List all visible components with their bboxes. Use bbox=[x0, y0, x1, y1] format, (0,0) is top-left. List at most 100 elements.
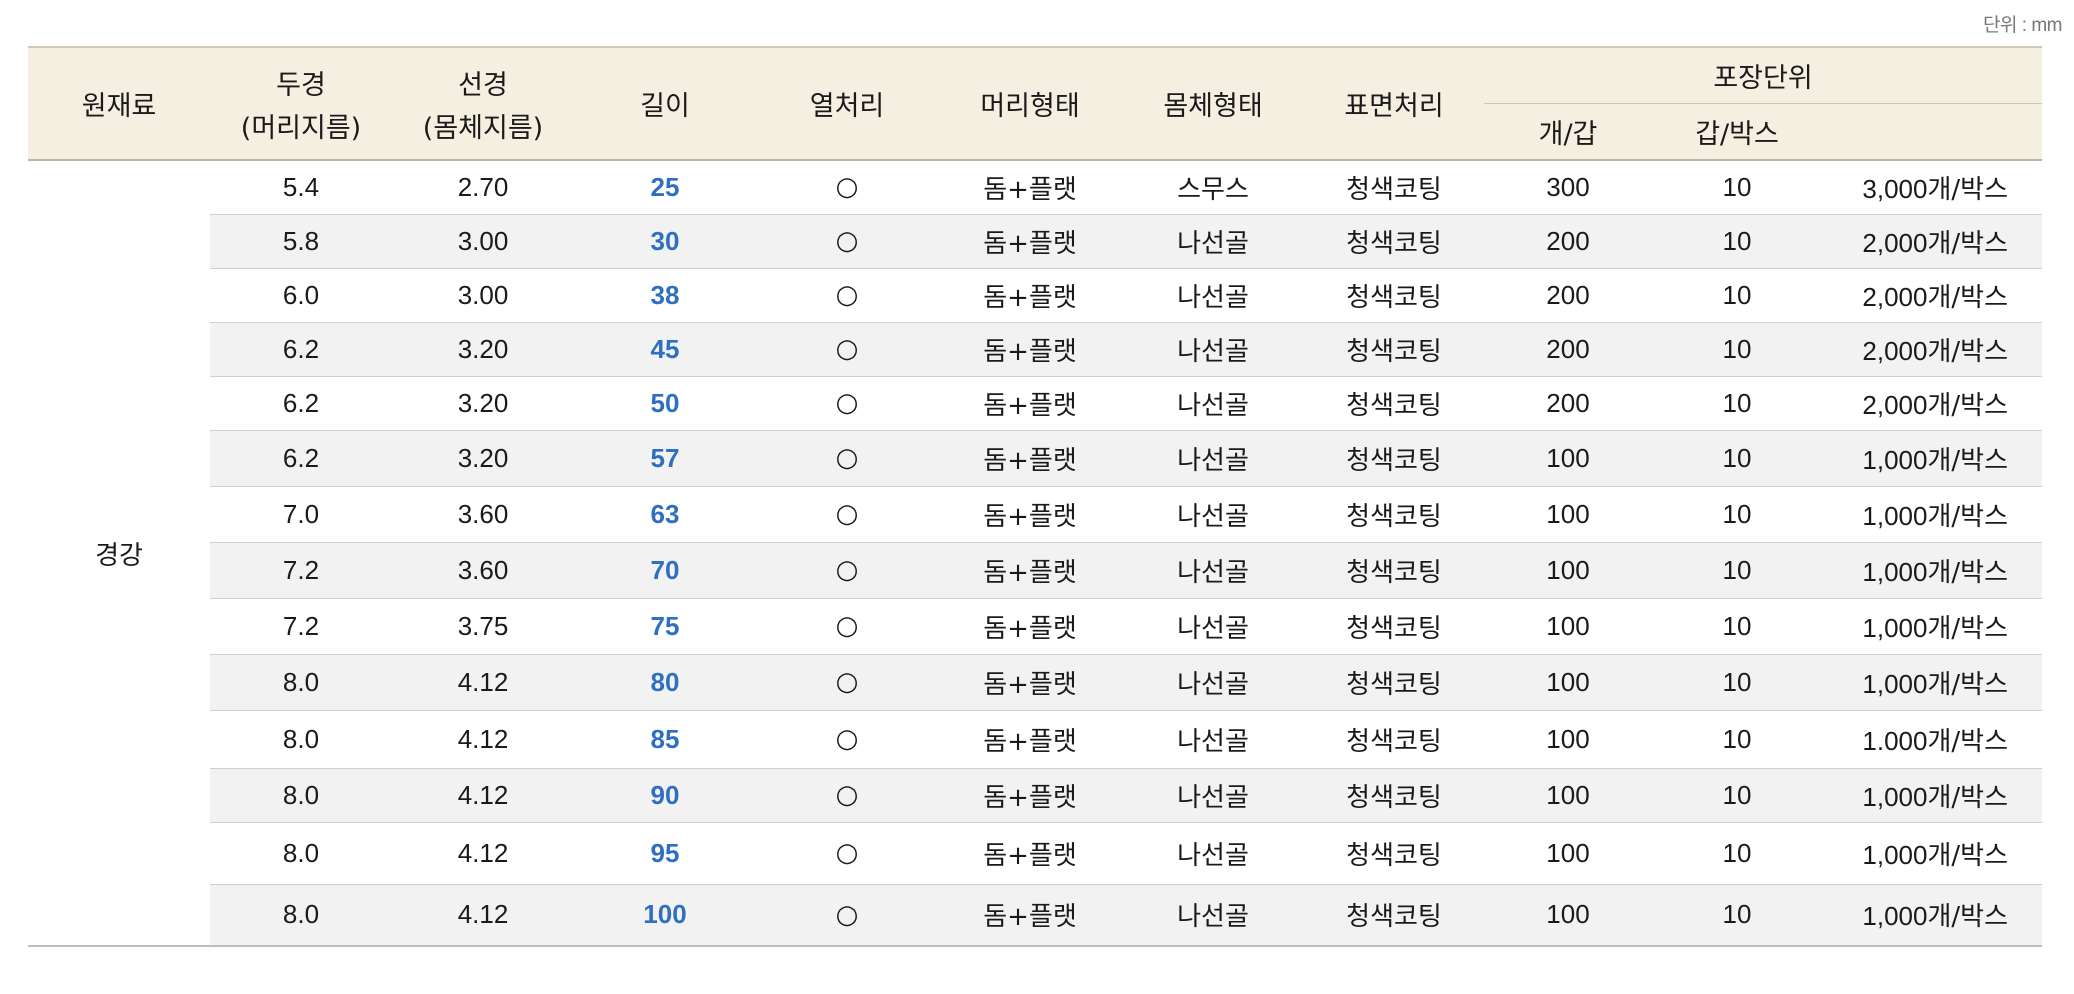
total-per-box-number: 1,000 bbox=[1862, 556, 1928, 587]
length-cell: 25 bbox=[574, 160, 756, 215]
packs-per-box-cell: 10 bbox=[1652, 710, 1822, 769]
total-per-box-number: 2,000 bbox=[1862, 281, 1928, 312]
table-row: 8.0 4.12 80 ○ 돔+플랫 나선골 청색코팅 100 10 1,000개/박스 bbox=[28, 654, 2042, 711]
total-per-box-number: 2,000 bbox=[1862, 389, 1928, 420]
total-per-box-cell: 1,000개/박스 bbox=[1822, 884, 2042, 947]
table-row: 6.2 3.20 50 ○ 돔+플랫 나선골 청색코팅 200 10 2,000개/박스 bbox=[28, 376, 2042, 431]
header-body-diameter-sub: (몸체지름) bbox=[422, 112, 544, 144]
body-type-cell: 나선골 bbox=[1122, 884, 1304, 947]
body-type-cell: 나선골 bbox=[1122, 542, 1304, 599]
header-packs-per-box: 갑/박스 bbox=[1652, 103, 1822, 160]
heat-treatment-cell: ○ bbox=[756, 822, 938, 885]
length-cell: 63 bbox=[574, 486, 756, 543]
heat-treatment-cell: ○ bbox=[756, 710, 938, 769]
table-row: 8.0 4.12 90 ○ 돔+플랫 나선골 청색코팅 100 10 1,000개/박스 bbox=[28, 768, 2042, 823]
body-type-cell: 나선골 bbox=[1122, 768, 1304, 823]
heat-treatment-cell: ○ bbox=[756, 430, 938, 487]
table-body: 경강 5.4 2.70 25 ○ 돔+플랫 스무스 청색코팅 300 10 3,000개/박스 5.8… bbox=[28, 160, 2042, 947]
length-cell: 57 bbox=[574, 430, 756, 487]
body-diameter-cell: 4.12 bbox=[392, 768, 574, 823]
total-per-box-cell: 2,000개/박스 bbox=[1822, 376, 2042, 431]
packs-per-box-cell: 10 bbox=[1652, 822, 1822, 885]
pcs-per-pack-cell: 100 bbox=[1484, 486, 1652, 543]
heat-treatment-cell: ○ bbox=[756, 768, 938, 823]
surface-treatment-cell: 청색코팅 bbox=[1304, 884, 1484, 947]
pcs-per-pack-cell: 200 bbox=[1484, 214, 1652, 269]
head-diameter-cell: 7.2 bbox=[210, 542, 392, 599]
heat-treatment-cell: ○ bbox=[756, 884, 938, 947]
total-per-box-unit: 개/박스 bbox=[1927, 336, 2008, 367]
body-type-cell: 나선골 bbox=[1122, 214, 1304, 269]
packs-per-box-cell: 10 bbox=[1652, 322, 1822, 377]
total-per-box-cell: 1,000개/박스 bbox=[1822, 430, 2042, 487]
total-per-box-number: 1,000 bbox=[1862, 839, 1928, 870]
packs-per-box-cell: 10 bbox=[1652, 486, 1822, 543]
heat-treatment-cell: ○ bbox=[756, 322, 938, 377]
header-heat-treatment: 열처리 bbox=[756, 47, 938, 160]
table-row: 7.2 3.75 75 ○ 돔+플랫 나선골 청색코팅 100 10 1,000개/박스 bbox=[28, 598, 2042, 655]
surface-treatment-cell: 청색코팅 bbox=[1304, 430, 1484, 487]
total-per-box-unit: 개/박스 bbox=[1927, 557, 2008, 588]
header-body-diameter: 선경 (몸체지름) bbox=[392, 47, 574, 160]
head-type-cell: 돔+플랫 bbox=[938, 214, 1122, 269]
header-total-per-box bbox=[1822, 103, 2042, 160]
head-type-cell: 돔+플랫 bbox=[938, 768, 1122, 823]
length-cell: 85 bbox=[574, 710, 756, 769]
header-material: 원재료 bbox=[28, 47, 210, 160]
head-diameter-cell: 8.0 bbox=[210, 710, 392, 769]
length-cell: 95 bbox=[574, 822, 756, 885]
total-per-box-unit: 개/박스 bbox=[1927, 501, 2008, 532]
total-per-box-cell: 1,000개/박스 bbox=[1822, 654, 2042, 711]
packs-per-box-cell: 10 bbox=[1652, 598, 1822, 655]
body-diameter-cell: 4.12 bbox=[392, 654, 574, 711]
material-cell: 경강 bbox=[28, 160, 210, 947]
header-head-diameter: 두경 (머리지름) bbox=[210, 47, 392, 160]
surface-treatment-cell: 청색코팅 bbox=[1304, 376, 1484, 431]
body-type-cell: 나선골 bbox=[1122, 654, 1304, 711]
length-cell: 100 bbox=[574, 884, 756, 947]
total-per-box-unit: 개/박스 bbox=[1927, 902, 2008, 933]
head-diameter-cell: 6.2 bbox=[210, 322, 392, 377]
total-per-box-number: 1,000 bbox=[1862, 781, 1928, 812]
total-per-box-unit: 개/박스 bbox=[1927, 782, 2008, 813]
total-per-box-cell: 1.000개/박스 bbox=[1822, 710, 2042, 769]
head-diameter-cell: 8.0 bbox=[210, 822, 392, 885]
pcs-per-pack-cell: 200 bbox=[1484, 376, 1652, 431]
head-diameter-cell: 6.0 bbox=[210, 268, 392, 323]
heat-treatment-cell: ○ bbox=[756, 486, 938, 543]
head-type-cell: 돔+플랫 bbox=[938, 322, 1122, 377]
pcs-per-pack-cell: 100 bbox=[1484, 430, 1652, 487]
total-per-box-unit: 개/박스 bbox=[1927, 726, 2008, 757]
packs-per-box-cell: 10 bbox=[1652, 430, 1822, 487]
length-cell: 45 bbox=[574, 322, 756, 377]
packs-per-box-cell: 10 bbox=[1652, 768, 1822, 823]
total-per-box-number: 1,000 bbox=[1862, 500, 1928, 531]
packs-per-box-cell: 10 bbox=[1652, 542, 1822, 599]
heat-treatment-cell: ○ bbox=[756, 160, 938, 215]
head-type-cell: 돔+플랫 bbox=[938, 822, 1122, 885]
head-type-cell: 돔+플랫 bbox=[938, 654, 1122, 711]
head-type-cell: 돔+플랫 bbox=[938, 884, 1122, 947]
body-diameter-cell: 3.60 bbox=[392, 542, 574, 599]
body-type-cell: 나선골 bbox=[1122, 430, 1304, 487]
body-type-cell: 나선골 bbox=[1122, 376, 1304, 431]
table-row: 경강 5.4 2.70 25 ○ 돔+플랫 스무스 청색코팅 300 10 3,000개/박스 bbox=[28, 160, 2042, 947]
packs-per-box-cell: 10 bbox=[1652, 654, 1822, 711]
pcs-per-pack-cell: 100 bbox=[1484, 884, 1652, 947]
body-diameter-cell: 2.70 bbox=[392, 160, 574, 215]
heat-treatment-cell: ○ bbox=[756, 376, 938, 431]
body-diameter-cell: 3.20 bbox=[392, 322, 574, 377]
total-per-box-unit: 개/박스 bbox=[1927, 228, 2008, 259]
total-per-box-cell: 2,000개/박스 bbox=[1822, 268, 2042, 323]
packs-per-box-cell: 10 bbox=[1652, 376, 1822, 431]
total-per-box-cell: 3,000개/박스 bbox=[1822, 160, 2042, 215]
heat-treatment-cell: ○ bbox=[756, 214, 938, 269]
packs-per-box-cell: 10 bbox=[1652, 268, 1822, 323]
total-per-box-number: 2,000 bbox=[1862, 335, 1928, 366]
table-row: 5.8 3.00 30 ○ 돔+플랫 나선골 청색코팅 200 10 2,000개/박스 bbox=[28, 214, 2042, 269]
body-diameter-cell: 3.00 bbox=[392, 214, 574, 269]
head-type-cell: 돔+플랫 bbox=[938, 710, 1122, 769]
table-header: 원재료 두경 (머리지름) 선경 (몸체지름) 길이 열처리 머리형태 몸체형태… bbox=[28, 47, 2042, 160]
header-head-type: 머리형태 bbox=[938, 47, 1122, 160]
total-per-box-number: 1,000 bbox=[1862, 668, 1928, 699]
